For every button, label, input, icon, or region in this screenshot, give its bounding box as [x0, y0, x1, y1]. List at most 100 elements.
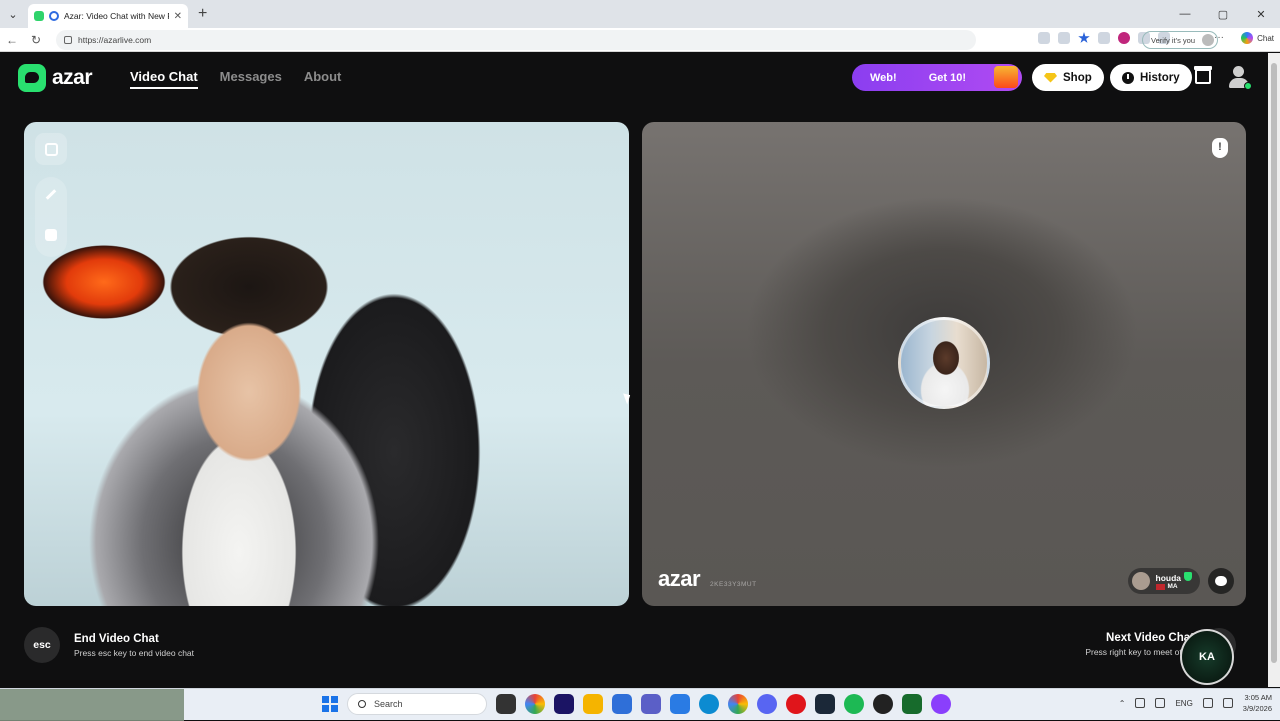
copilot-chat-button[interactable]: Chat [1241, 32, 1274, 44]
taskbar-search[interactable]: Search [347, 693, 487, 715]
close-tab-icon[interactable]: ✕ [174, 11, 182, 22]
nav-messages[interactable]: Messages [220, 69, 282, 89]
windows-taskbar: Search ⌃ ENG 3:05 AM 3/9/2026 [0, 688, 1280, 721]
local-video [24, 122, 629, 606]
verified-badge-icon [1184, 572, 1192, 581]
minimize-window-button[interactable]: — [1166, 0, 1204, 28]
end-chat-title: End Video Chat [74, 632, 159, 645]
end-chat-control[interactable]: esc End Video Chat Press esc key to end … [24, 627, 194, 663]
profile-user-icon[interactable] [1228, 66, 1252, 90]
opera-icon[interactable] [786, 694, 806, 714]
chrome-profile-icon[interactable] [728, 694, 748, 714]
premiere-icon[interactable] [554, 694, 574, 714]
address-input[interactable]: https://azarlive.com [56, 29, 976, 50]
effects-toolbar [35, 177, 67, 257]
page-scrollbar[interactable] [1268, 53, 1280, 687]
chat-button[interactable] [1208, 568, 1234, 594]
language-indicator[interactable]: ENG [1175, 699, 1192, 708]
edge-icon[interactable] [699, 694, 719, 714]
task-view-icon[interactable] [496, 694, 516, 714]
chrome-icon[interactable] [525, 694, 545, 714]
peer-name: houda [1155, 573, 1182, 583]
shop-label: Shop [1063, 71, 1092, 84]
clock-date: 3/9/2026 [1242, 704, 1272, 713]
extension-icon[interactable] [1118, 32, 1130, 44]
inventory-box-icon[interactable] [1194, 66, 1212, 84]
new-tab-button[interactable]: + [198, 5, 207, 23]
vpn-icon[interactable] [670, 694, 690, 714]
browser-tab-bar: ⌄ Azar: Video Chat with New Pe ✕ + — ▢ ✕ [0, 0, 1280, 28]
steam-icon[interactable] [815, 694, 835, 714]
tab-list-chevron-icon[interactable]: ⌄ [0, 0, 26, 28]
azar-logo[interactable]: azar [18, 64, 93, 92]
next-chat-control[interactable]: Next Video Chat Press right key to meet … [1085, 632, 1194, 657]
reader-icon[interactable] [1058, 32, 1070, 44]
gem-icon [1044, 72, 1057, 83]
peer-profile-photo [898, 317, 990, 409]
promo-left-text: Web! [870, 71, 897, 84]
azar-logo-icon [18, 64, 46, 92]
browser-tab[interactable]: Azar: Video Chat with New Pe ✕ [28, 4, 188, 28]
history-button[interactable]: History [1110, 64, 1192, 91]
chat-bubble-icon [1215, 576, 1227, 586]
back-button[interactable]: ← [0, 33, 24, 47]
next-chat-title: Next Video Chat [1106, 632, 1194, 644]
logo-text: azar [52, 66, 93, 89]
more-options-icon[interactable]: ··· [1214, 32, 1224, 43]
copilot-icon [1241, 32, 1254, 44]
promo-right-text: Get 10! [928, 71, 966, 84]
next-chat-hint: Press right key to meet other [1085, 647, 1194, 657]
expand-view-button[interactable] [35, 133, 67, 165]
maximize-window-button[interactable]: ▢ [1204, 0, 1242, 28]
main-nav: Video Chat Messages About [130, 69, 341, 89]
esc-button[interactable]: esc [24, 627, 60, 663]
history-label: History [1140, 71, 1180, 84]
shop-button[interactable]: Shop [1032, 64, 1104, 91]
search-placeholder: Search [374, 699, 403, 709]
verify-label: Verify it's you [1151, 35, 1195, 45]
clock-icon [1122, 71, 1134, 84]
profile-avatar-icon [1202, 34, 1214, 46]
azar-app: azar Video Chat Messages About Web! Get … [0, 53, 1280, 687]
peer-info-tag[interactable]: houda MA [1127, 568, 1200, 594]
country-flag-icon [1155, 583, 1165, 590]
nav-video-chat[interactable]: Video Chat [130, 69, 198, 89]
obs-icon[interactable] [873, 694, 893, 714]
sticker-face-icon[interactable] [45, 228, 57, 241]
clock-time: 3:05 AM [1244, 693, 1272, 702]
mic-icon[interactable] [1155, 698, 1166, 708]
terminal-icon[interactable] [902, 694, 922, 714]
taskbar-clock[interactable]: 3:05 AM 3/9/2026 [1243, 692, 1272, 714]
spotify-icon[interactable] [844, 694, 864, 714]
tab-title: Azar: Video Chat with New Pe [64, 11, 169, 21]
magic-wand-icon[interactable] [45, 189, 57, 201]
favorite-star-icon[interactable] [1078, 32, 1090, 43]
split-screen-icon[interactable] [1098, 32, 1110, 44]
recording-indicator-icon [49, 11, 59, 21]
report-shield-icon[interactable]: ! [1212, 138, 1228, 158]
reload-button[interactable]: ↻ [24, 33, 48, 47]
close-window-button[interactable]: ✕ [1242, 0, 1280, 28]
start-menu-icon[interactable] [322, 696, 338, 712]
watermark-id: 2KE33Y3MUT [710, 581, 757, 588]
translate-icon[interactable] [1038, 32, 1050, 44]
teams-icon[interactable] [641, 694, 661, 714]
profile-verify-button[interactable]: Verify it's you [1142, 31, 1218, 49]
nav-about[interactable]: About [304, 69, 342, 89]
expand-icon [44, 142, 58, 156]
tray-app-icon[interactable] [1135, 698, 1146, 708]
peer-avatar [1131, 572, 1150, 590]
site-info-icon[interactable] [64, 35, 72, 44]
network-icon[interactable] [1202, 698, 1213, 708]
store-icon[interactable] [612, 694, 632, 714]
promo-banner[interactable]: Web! Get 10! [852, 64, 1022, 91]
peer-country: MA [1167, 583, 1178, 590]
volume-icon[interactable] [1222, 698, 1233, 708]
discord-icon[interactable] [757, 694, 777, 714]
show-hidden-icons-icon[interactable]: ⌃ [1119, 699, 1126, 708]
online-status-dot [1244, 82, 1252, 90]
file-explorer-icon[interactable] [583, 694, 603, 714]
app-circle-icon[interactable] [931, 694, 951, 714]
azar-watermark: azar 2KE33Y3MUT [658, 566, 757, 592]
system-tray: ⌃ ENG 3:05 AM 3/9/2026 [1119, 692, 1272, 714]
